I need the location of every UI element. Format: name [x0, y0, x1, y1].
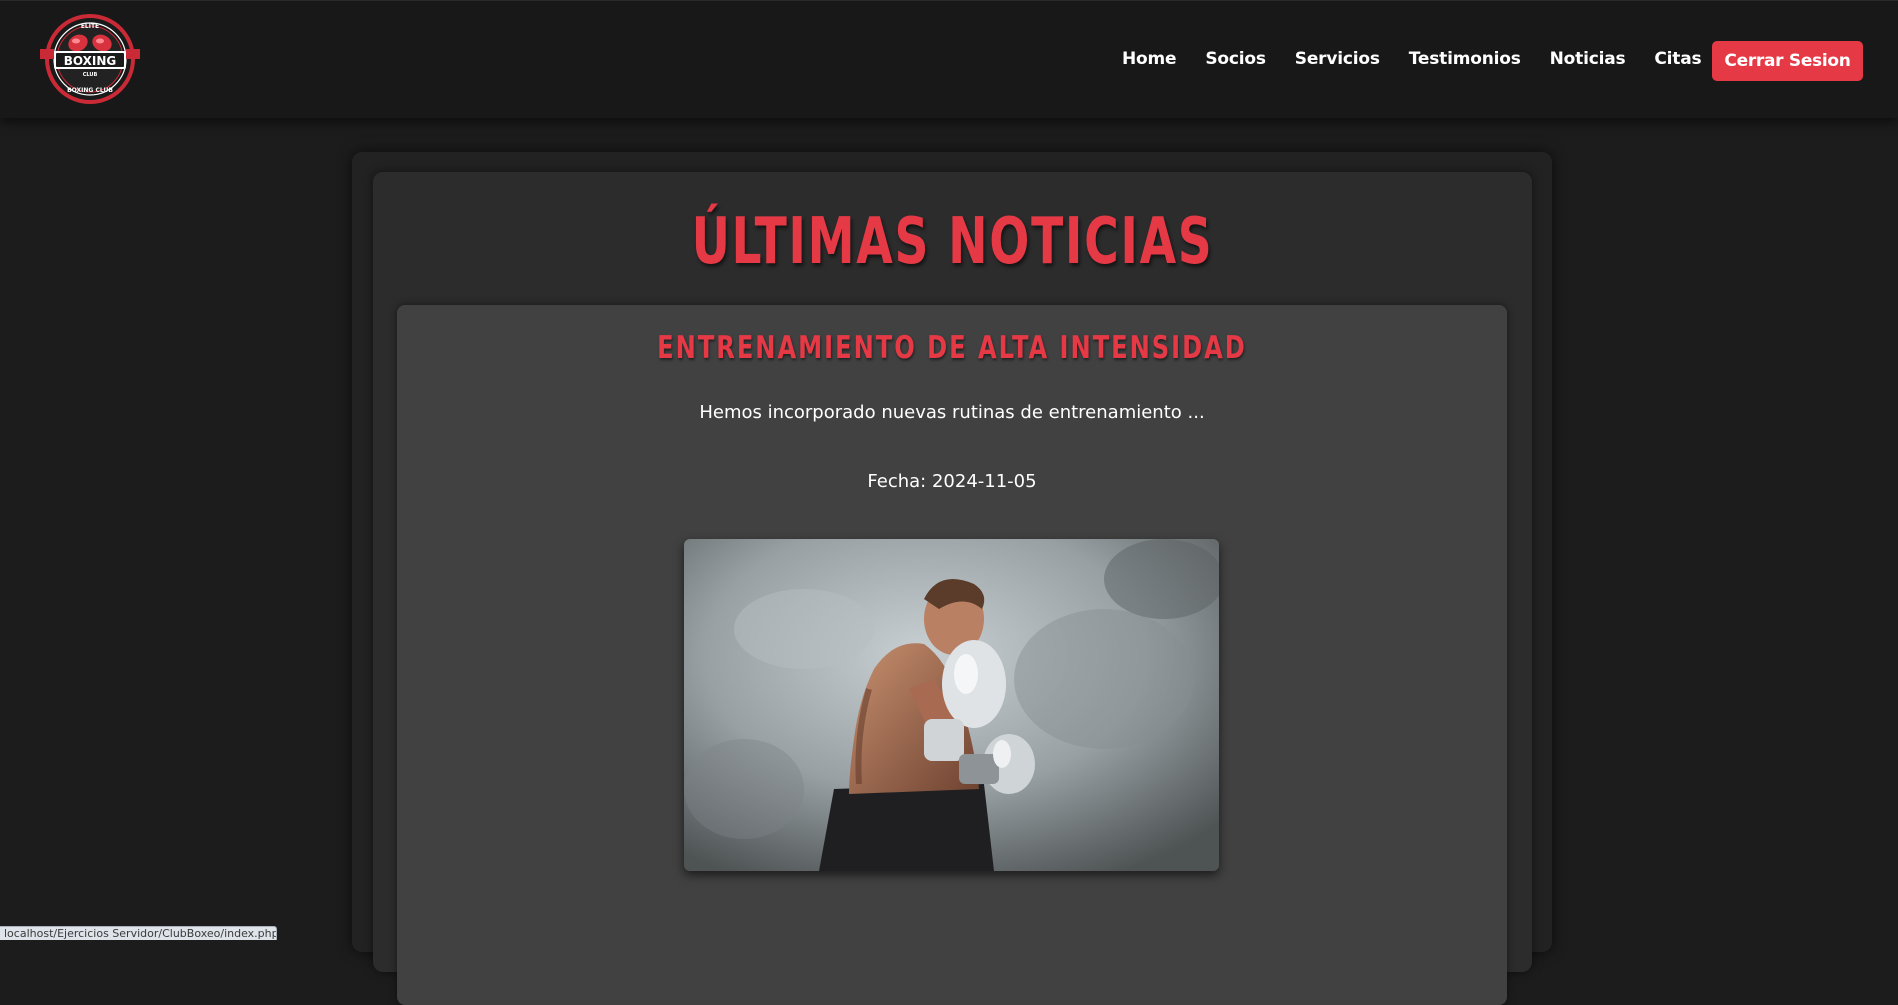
logo-ring-text: BOXING CLUB [67, 87, 113, 94]
logo-top-text: ELITE [81, 23, 99, 30]
logout-button[interactable]: Cerrar Sesion [1712, 41, 1863, 81]
news-summary: Hemos incorporado nuevas rutinas de entr… [699, 402, 1205, 423]
nav-citas[interactable]: Citas [1654, 49, 1701, 69]
logo-main-text: BOXING [64, 54, 117, 68]
nav-servicios[interactable]: Servicios [1295, 49, 1380, 69]
logo-sub-text: CLUB [83, 72, 98, 78]
club-logo[interactable]: BOXING ELITE CLUB BOXING CLUB [38, 13, 142, 105]
nav-noticias[interactable]: Noticias [1550, 49, 1626, 69]
nav-testimonios[interactable]: Testimonios [1409, 49, 1521, 69]
boxing-gloves-emblem-icon: BOXING ELITE CLUB BOXING CLUB [40, 14, 140, 104]
nav-socios[interactable]: Socios [1205, 49, 1266, 69]
page-title: ÚLTIMAS NOTICIAS [691, 205, 1214, 279]
nav-home[interactable]: Home [1122, 49, 1177, 69]
top-navbar: BOXING ELITE CLUB BOXING CLUB Home Socio… [0, 0, 1898, 118]
news-date: Fecha: 2024-11-05 [867, 471, 1037, 492]
main-nav: Home Socios Servicios Testimonios Notici… [1122, 49, 1702, 69]
news-title: ENTRENAMIENTO DE ALTA INTENSIDAD [657, 330, 1247, 366]
browser-status-url: localhost/Ejercicios Servidor/ClubBoxeo/… [0, 926, 277, 940]
boxer-photo-icon [684, 539, 1219, 871]
news-image [684, 539, 1219, 871]
